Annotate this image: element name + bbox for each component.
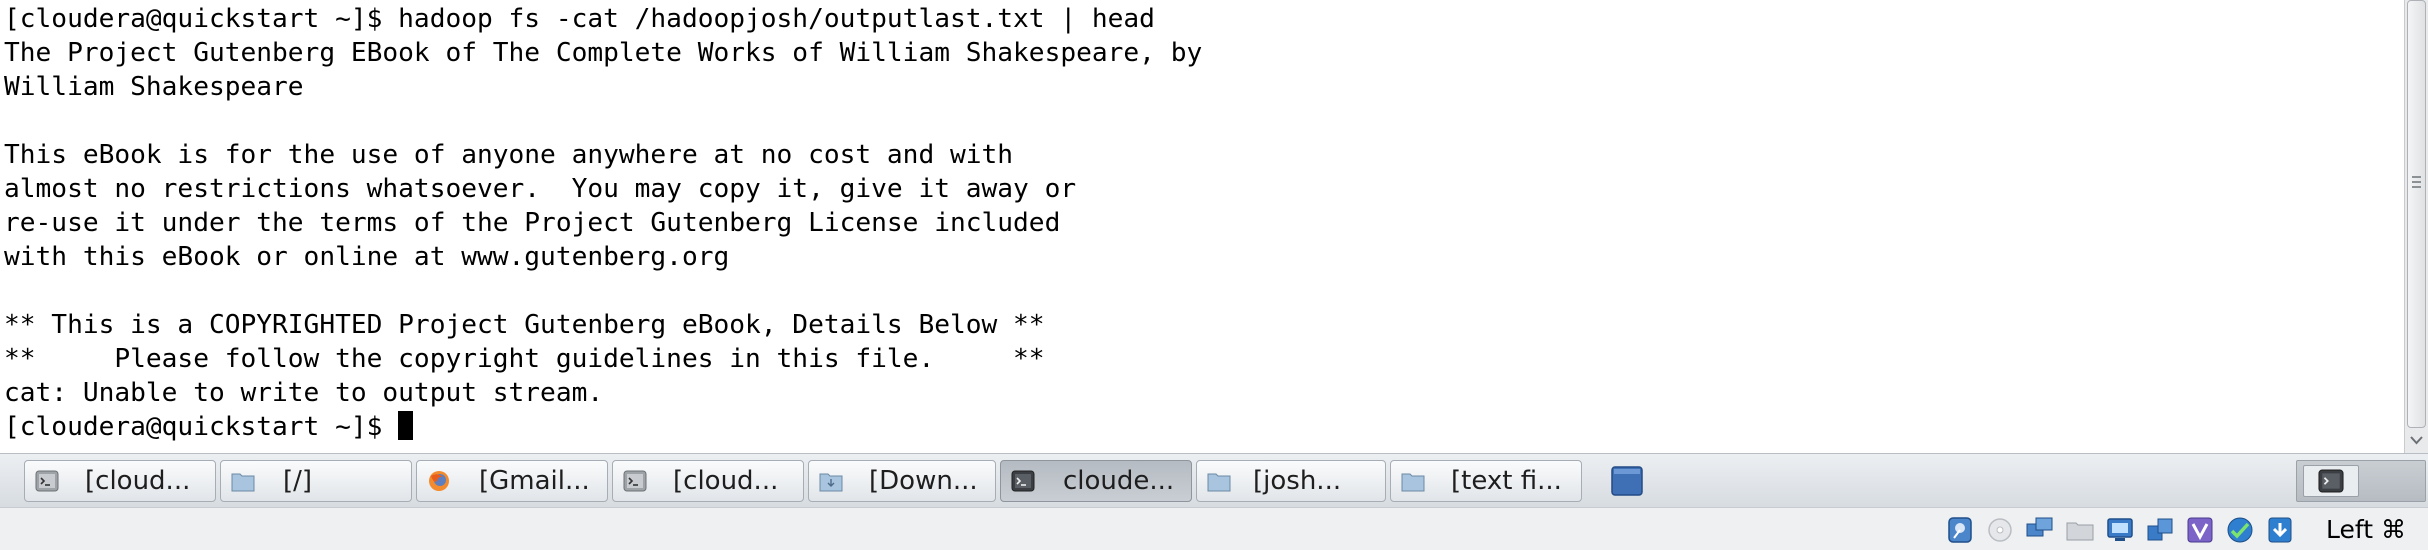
mouse-integration-icon[interactable] [2264,514,2296,546]
host-key-label: Left ⌘ [2326,515,2406,544]
folder-icon [231,473,255,492]
shared-folder-icon[interactable] [2064,514,2096,546]
terminal-line: ** This is a COPYRIGHTED Project Gutenbe… [4,310,1045,340]
workspace-switcher[interactable] [2296,460,2426,502]
folder-icon [1207,473,1231,492]
show-desktop-icon[interactable] [1610,464,1644,498]
terminal-line: William Shakespeare [4,72,304,102]
terminal-line: [cloudera@quickstart ~]$ hadoop fs -cat … [4,4,1155,34]
workspace-1[interactable] [2303,465,2359,497]
terminal-icon [1011,470,1035,492]
terminal-cursor [398,411,414,440]
terminal-output: [cloudera@quickstart ~]$ hadoop fs -cat … [4,2,1202,444]
scroll-down-button[interactable] [2405,430,2428,452]
firefox-icon [429,471,449,491]
vm-status-bar: Left ⌘ [0,507,2428,550]
taskbar: [cloud... [/] [Gmail... [cloud... [Down.… [0,453,2428,507]
taskbar-button-terminal-2[interactable]: [cloud... [612,460,804,502]
taskbar-button-root-folder[interactable]: [/] [220,460,412,502]
taskbar-button-downloads[interactable]: [Down... [808,460,996,502]
virtualization-icon[interactable] [2184,514,2216,546]
network-icon[interactable] [2024,514,2056,546]
taskbar-button-text-files[interactable]: [text fi... [1390,460,1582,502]
taskbar-button-label: [text fi... [1451,466,1562,496]
terminal-line: The Project Gutenberg EBook of The Compl… [4,38,1203,68]
terminal-line: almost no restrictions whatsoever. You m… [4,174,1077,204]
terminal-line: ** Please follow the copyright guideline… [4,344,1045,374]
taskbar-button-label: cloude... [1063,466,1175,496]
terminal-icon [2318,469,2344,493]
usb-icon[interactable] [2144,514,2176,546]
taskbar-button-gmail[interactable]: [Gmail... [416,460,608,502]
taskbar-button-label: [cloud... [85,466,191,496]
chevron-down-icon [2410,436,2423,445]
scrollbar-grip-icon [2412,176,2421,188]
optical-drive-icon[interactable] [1984,514,2016,546]
taskbar-button-label: [josh... [1253,466,1342,496]
vertical-scrollbar[interactable] [2404,0,2428,453]
terminal-line: cat: Unable to write to output stream. [4,378,604,408]
hard-disk-icon[interactable] [1944,514,1976,546]
folder-icon [1401,473,1425,492]
terminal-window[interactable]: [cloudera@quickstart ~]$ hadoop fs -cat … [0,0,2404,453]
terminal-line: re-use it under the terms of the Project… [4,208,1061,238]
terminal-icon [35,470,59,492]
taskbar-button-label: [/] [283,466,313,496]
terminal-line: with this eBook or online at www.gutenbe… [4,242,730,272]
terminal-line: This eBook is for the use of anyone anyw… [4,140,1014,170]
taskbar-button-josh-folder[interactable]: [josh... [1196,460,1386,502]
scrollbar-thumb[interactable] [2407,0,2426,428]
terminal-prompt: [cloudera@quickstart ~]$ [4,412,399,442]
taskbar-button-label: [Gmail... [479,466,590,496]
taskbar-button-terminal-active[interactable]: cloude... [1000,460,1192,502]
taskbar-button-terminal-1[interactable]: [cloud... [24,460,216,502]
display-icon[interactable] [2104,514,2136,546]
terminal-icon [623,470,647,492]
taskbar-button-label: [Down... [869,466,978,496]
download-folder-icon [819,473,843,492]
guest-additions-icon[interactable] [2224,514,2256,546]
taskbar-button-label: [cloud... [673,466,779,496]
